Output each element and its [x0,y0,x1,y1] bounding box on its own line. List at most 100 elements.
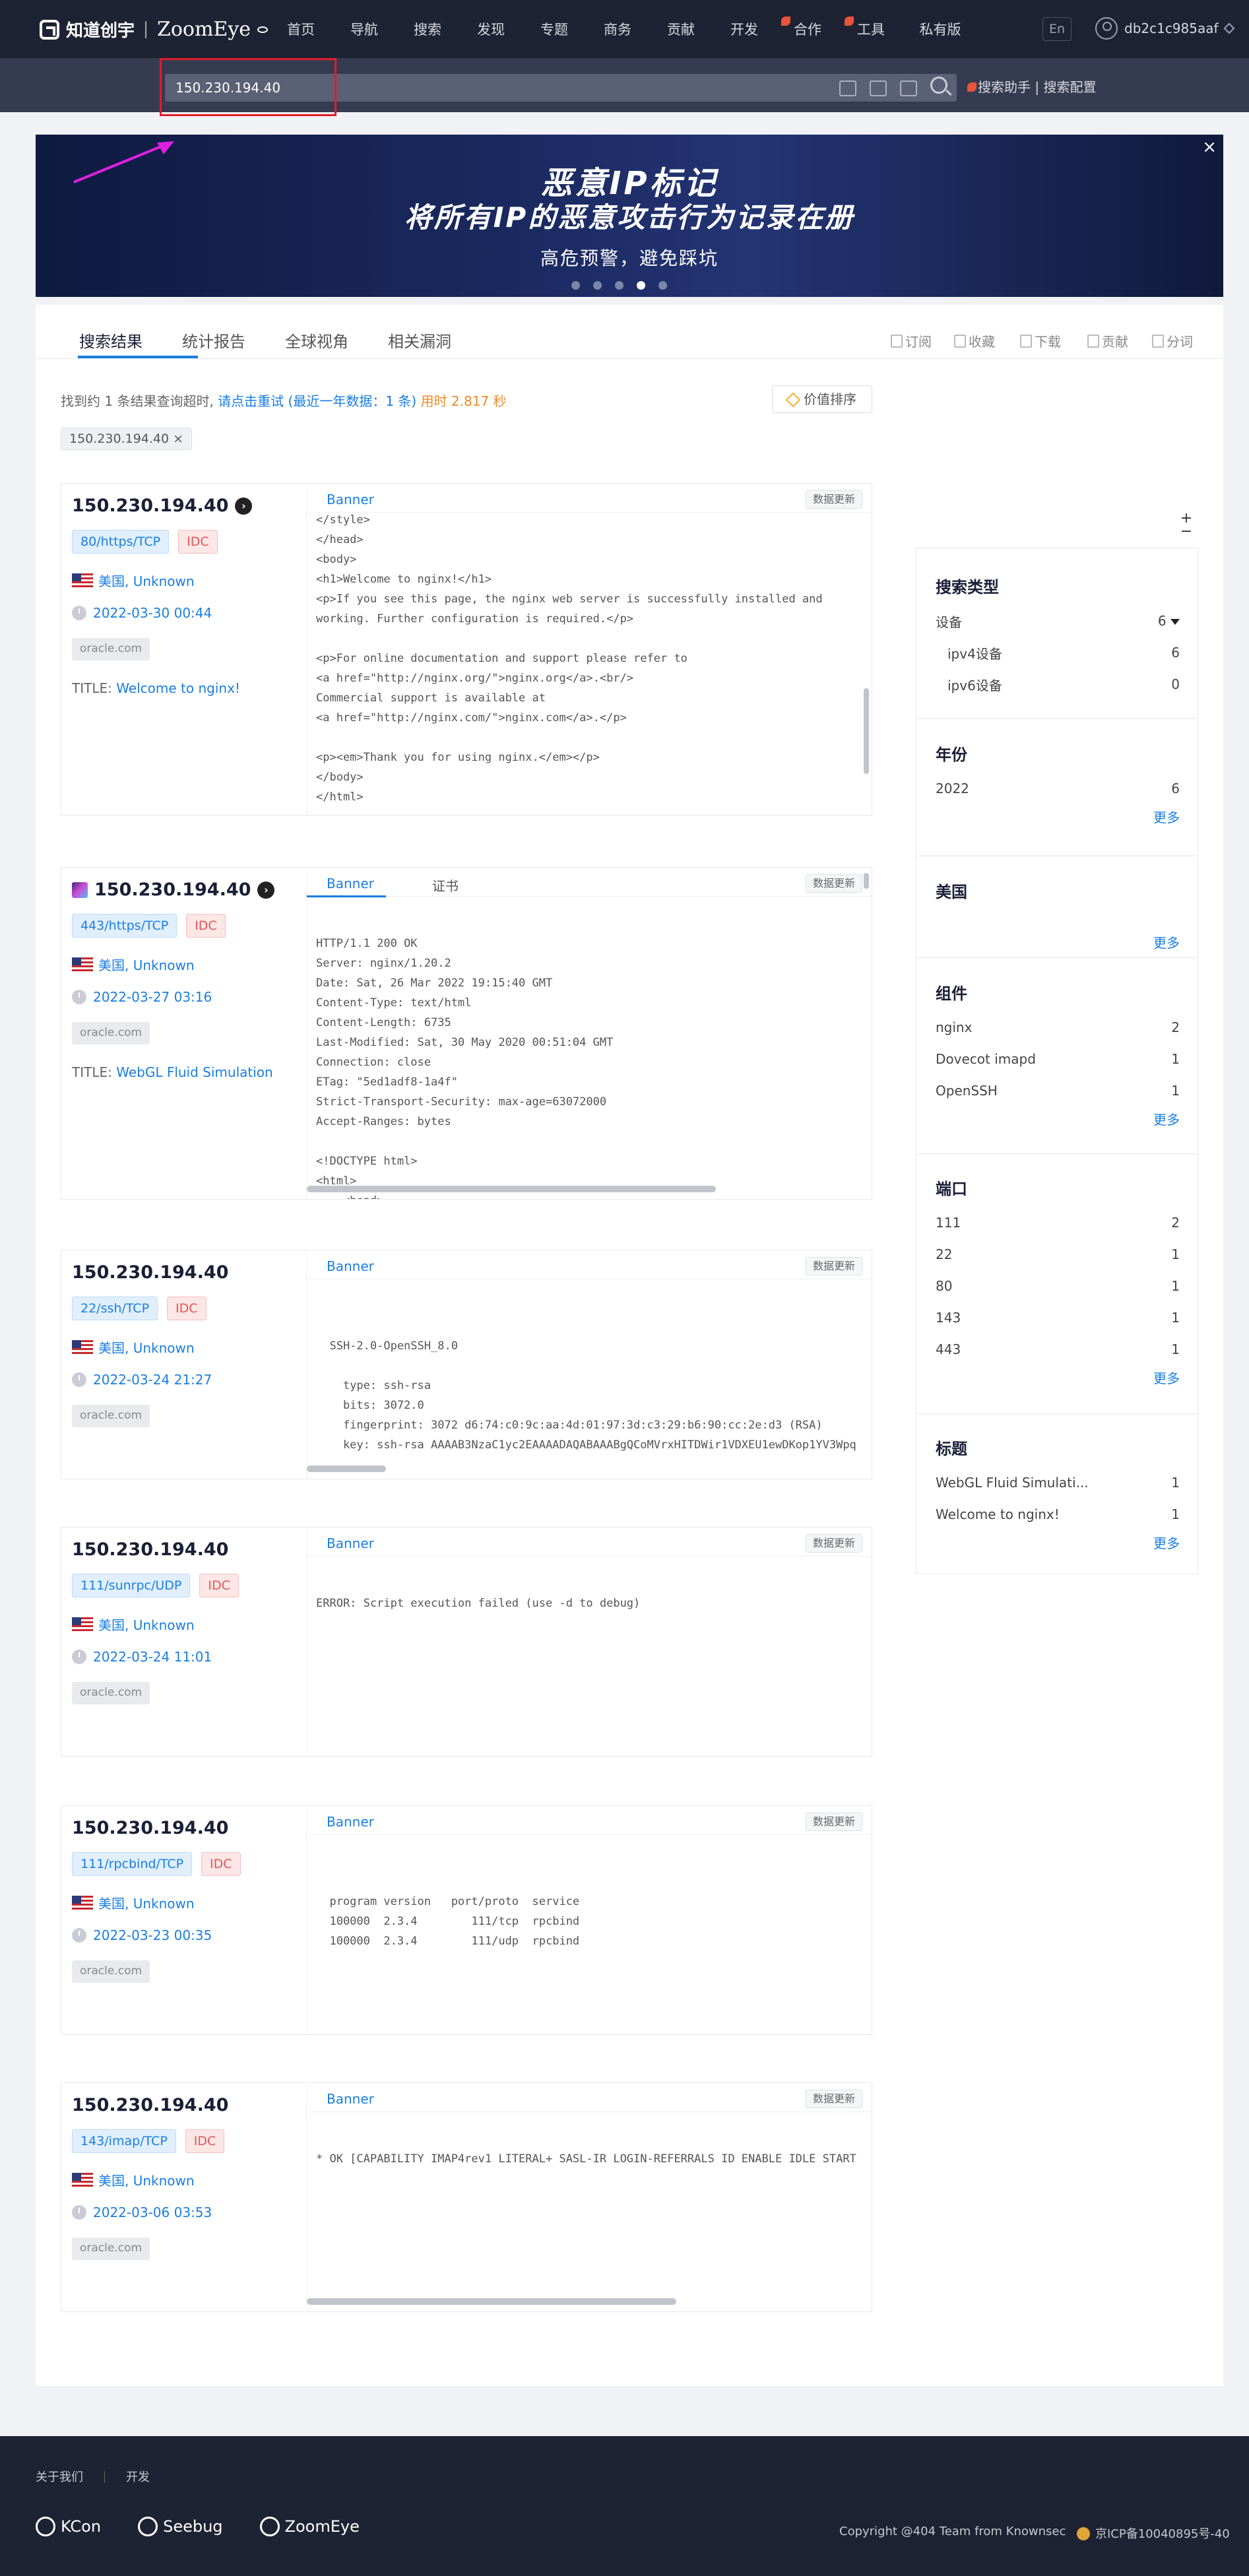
facet-row[interactable]: 设备 6 [936,605,1180,637]
icp-link[interactable]: 京ICP备10040895号-40 [1077,2525,1230,2542]
page-title-link[interactable]: WebGL Fluid Simulation [116,1064,272,1080]
result-ip[interactable]: 150.230.194.40 [72,1818,228,1838]
go-arrow-icon[interactable]: › [235,497,253,515]
carousel-dot[interactable] [593,281,602,290]
tab-banner[interactable]: Banner [327,1535,374,1551]
port-badge[interactable]: 111/rpcbind/TCP [72,1852,193,1876]
retry-link[interactable]: 请点击重试 (最近一年数据：1 条) [218,393,416,409]
geo-location[interactable]: 美国, Unknown [72,1893,195,1912]
facet-row[interactable]: Dovecot imapd 1 [936,1043,1180,1075]
horizontal-scrollbar[interactable] [307,1186,716,1192]
download-button[interactable]: 下载 [1020,331,1061,350]
promo-banner[interactable]: 恶意IP标记 将所有IP的恶意攻击行为记录在册 高危预警，避免踩坑 × [36,135,1223,297]
horizontal-scrollbar[interactable] [307,2298,676,2305]
search-icon[interactable] [930,77,947,94]
search-assistant-link[interactable]: 搜索助手 [978,79,1031,95]
tab-banner[interactable]: Banner [327,876,374,891]
nav-search[interactable]: 搜索 [404,19,451,39]
value-sort-button[interactable]: 价值排序 [772,385,872,413]
horizontal-scrollbar[interactable] [307,1465,386,1472]
vertical-scrollbar[interactable] [864,873,869,889]
page-title-link[interactable]: Welcome to nginx! [116,680,240,696]
carousel-dot[interactable] [571,281,580,290]
nav-tools[interactable]: 工具 [845,16,895,39]
facet-row[interactable]: 80 1 [936,1270,1180,1302]
nav-develop[interactable]: 开发 [721,19,768,39]
port-badge[interactable]: 111/sunrpc/UDP [72,1574,191,1597]
zoomeye-footer-logo[interactable]: ZoomEye [259,2517,360,2536]
nav-private-edition[interactable]: 私有版 [911,19,970,39]
facet-row[interactable]: Welcome to nginx! 1 [936,1498,1180,1530]
more-link[interactable]: 更多 [936,1107,1180,1133]
seebug-logo[interactable]: Seebug [138,2517,223,2536]
geo-location[interactable]: 美国, Unknown [72,1615,195,1634]
port-badge[interactable]: 443/https/TCP [72,914,177,938]
port-badge[interactable]: 143/imap/TCP [72,2129,176,2153]
go-arrow-icon[interactable]: › [257,881,275,899]
kcon-logo[interactable]: KCon [36,2517,101,2536]
contribute-button[interactable]: 贡献 [1087,331,1128,350]
scan-date[interactable]: 2022-03-27 03:16 [72,989,212,1005]
minus-icon[interactable]: − [1178,525,1194,539]
tab-banner[interactable]: Banner [327,492,374,507]
zoomeye-logo[interactable]: 知道创宇 ZoomEye [40,17,269,42]
port-badge[interactable]: 80/https/TCP [72,530,170,554]
chip-close-icon[interactable]: × [173,432,183,446]
expand-collapse-toggle[interactable]: + − [1178,511,1194,539]
data-update-button[interactable]: 数据更新 [805,874,862,893]
result-ip[interactable]: 150.230.194.40 [72,2095,228,2115]
footer-dev-link[interactable]: 开发 [126,2470,150,2484]
idc-badge[interactable]: IDC [185,2129,225,2153]
org-tag[interactable]: oracle.com [72,638,150,660]
facet-row[interactable]: 111 2 [936,1207,1180,1239]
scan-date[interactable]: 2022-03-30 00:44 [72,605,212,621]
search-config-link[interactable]: 搜索配置 [1043,79,1096,95]
result-ip[interactable]: 150.230.194.40 [72,496,228,516]
facet-row[interactable]: 143 1 [936,1302,1180,1334]
cidr-filter-icon[interactable] [870,80,887,96]
idc-badge[interactable]: IDC [201,1852,241,1876]
result-ip[interactable]: 150.230.194.40 [72,1262,228,1283]
idc-badge[interactable]: IDC [167,1297,207,1320]
close-icon[interactable]: × [1202,137,1217,157]
data-update-button[interactable]: 数据更新 [805,1813,862,1831]
tab-global-view[interactable]: 全球视角 [285,329,348,352]
tab-banner[interactable]: Banner [327,1258,374,1274]
tab-banner[interactable]: Banner [327,2091,374,2107]
org-tag[interactable]: oracle.com [72,2238,150,2260]
nav-home[interactable]: 首页 [277,19,325,39]
idc-badge[interactable]: IDC [178,530,218,554]
more-link[interactable]: 更多 [936,1365,1180,1392]
nav-topics[interactable]: 专题 [530,19,578,39]
facet-row[interactable]: ipv4设备 6 [936,637,1180,668]
org-tag[interactable]: oracle.com [72,1960,150,1983]
scan-date[interactable]: 2022-03-06 03:53 [72,2205,212,2220]
footer-about-link[interactable]: 关于我们 [36,2470,83,2484]
data-update-button[interactable]: 数据更新 [805,2090,862,2108]
geo-location[interactable]: 美国, Unknown [72,1337,195,1357]
subscribe-button[interactable]: 订阅 [891,331,932,350]
facet-row[interactable]: OpenSSH 1 [936,1075,1180,1107]
geo-location[interactable]: 美国, Unknown [72,955,195,974]
facet-row[interactable]: 22 1 [936,1239,1180,1270]
result-ip[interactable]: 150.230.194.40 [72,1539,228,1560]
data-update-button[interactable]: 数据更新 [805,1257,862,1275]
language-toggle[interactable]: En [1042,17,1072,41]
facet-row[interactable]: WebGL Fluid Simulati... 1 [936,1467,1180,1498]
facet-row[interactable]: 2022 6 [936,773,1180,804]
nav-contribute[interactable]: 贡献 [657,19,705,39]
nav-business[interactable]: 商务 [594,19,641,39]
data-update-button[interactable]: 数据更新 [805,1534,862,1553]
facet-row[interactable]: ipv6设备 0 [936,668,1180,700]
tokenize-button[interactable]: 分词 [1152,331,1193,350]
result-ip[interactable]: 150.230.194.40 [94,880,251,900]
more-link[interactable]: 更多 [936,930,1180,956]
nav-cooperation[interactable]: 合作 [781,16,831,39]
idc-badge[interactable]: IDC [199,1574,239,1597]
idc-badge[interactable]: IDC [186,914,226,938]
scan-date[interactable]: 2022-03-24 11:01 [72,1649,212,1665]
user-menu[interactable]: db2c1c985aaf [1095,17,1235,40]
caret-down-icon[interactable] [1170,619,1180,625]
port-badge[interactable]: 22/ssh/TCP [72,1297,158,1320]
scan-date[interactable]: 2022-03-24 21:27 [72,1372,212,1388]
